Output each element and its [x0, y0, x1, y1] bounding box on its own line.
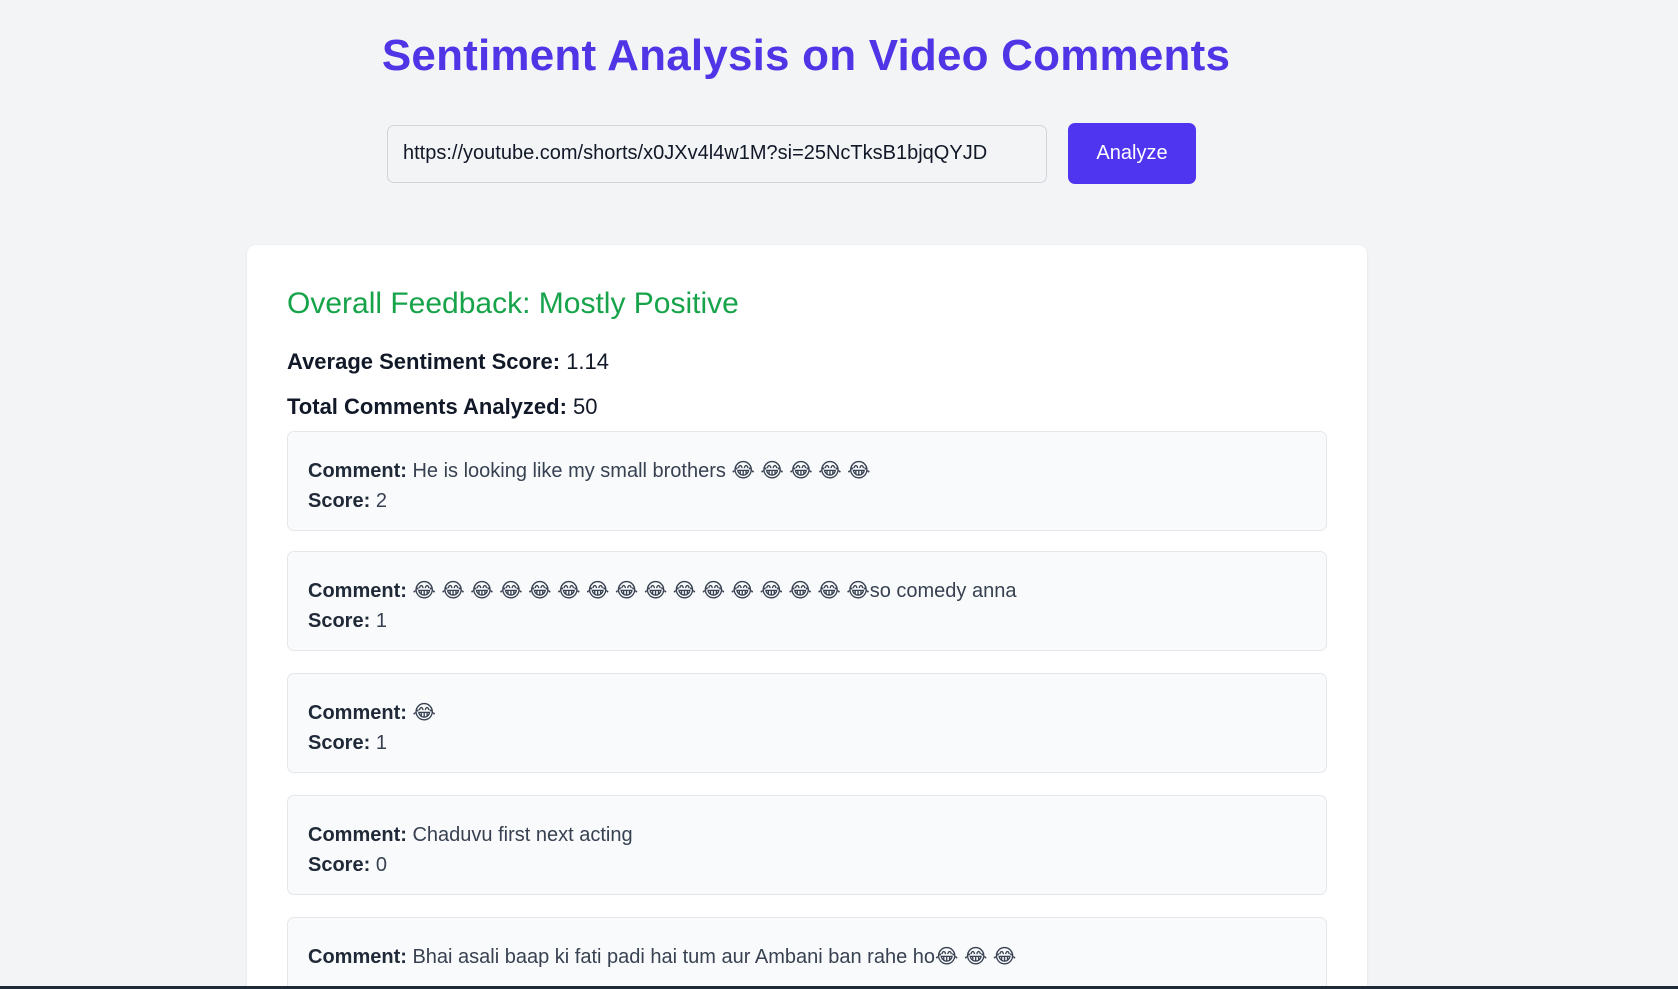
score-label: Score: [308, 854, 371, 876]
comment-label: Comment: [308, 460, 407, 482]
comment-label: Comment: [308, 702, 407, 724]
comment-label: Comment: [308, 580, 407, 602]
score-value: 1 [375, 610, 387, 632]
comment-text: He is looking like my small brothers 😂 😂… [412, 460, 871, 482]
comment-text: Bhai asali baap ki fati padi hai tum aur… [412, 946, 1017, 968]
comment-label: Comment: [308, 946, 407, 968]
comment-card: Comment: 😂 😂 😂 😂 😂 😂 😂 😂 😂 😂 😂 😂 😂 😂 😂 😂… [287, 551, 1327, 651]
score-label: Score: [308, 490, 371, 512]
results-card: Overall Feedback: Mostly Positive Averag… [247, 245, 1367, 989]
comment-line: Comment: 😂 [308, 698, 1306, 728]
average-score-value: 1.14 [566, 349, 610, 374]
page: Sentiment Analysis on Video Comments Ana… [0, 0, 1678, 989]
score-line: Score: 2 [308, 486, 1306, 516]
total-comments-label: Total Comments Analyzed: [287, 394, 567, 419]
score-line: Score: 1 [308, 606, 1306, 636]
score-line: Score: 0 [308, 850, 1306, 880]
score-value: 0 [375, 854, 387, 876]
score-value: 1 [375, 732, 387, 754]
comment-line: Comment: Chaduvu first next acting [308, 820, 1306, 850]
total-comments-analyzed: Total Comments Analyzed: 50 [287, 394, 598, 420]
score-label: Score: [308, 732, 371, 754]
comment-card: Comment: He is looking like my small bro… [287, 431, 1327, 531]
average-sentiment-score: Average Sentiment Score: 1.14 [287, 349, 609, 375]
comment-text: 😂 [412, 702, 436, 724]
overall-feedback-heading: Overall Feedback: Mostly Positive [287, 287, 739, 320]
page-title: Sentiment Analysis on Video Comments [381, 31, 1231, 80]
score-value: 2 [375, 490, 387, 512]
comment-label: Comment: [308, 824, 407, 846]
total-comments-value: 50 [573, 394, 598, 419]
comment-line: Comment: Bhai asali baap ki fati padi ha… [308, 942, 1306, 972]
comment-line: Comment: 😂 😂 😂 😂 😂 😂 😂 😂 😂 😂 😂 😂 😂 😂 😂 😂… [308, 576, 1306, 606]
comment-card: Comment: Bhai asali baap ki fati padi ha… [287, 917, 1327, 989]
average-score-label: Average Sentiment Score: [287, 349, 561, 374]
analyze-button[interactable]: Analyze [1068, 123, 1196, 184]
comment-line: Comment: He is looking like my small bro… [308, 456, 1306, 486]
comment-card: Comment: 😂 Score: 1 [287, 673, 1327, 773]
score-line: Score: 1 [308, 728, 1306, 758]
comment-card: Comment: Chaduvu first next acting Score… [287, 795, 1327, 895]
comment-text: Chaduvu first next acting [412, 824, 633, 846]
comment-text: 😂 😂 😂 😂 😂 😂 😂 😂 😂 😂 😂 😂 😂 😂 😂 😂so comedy… [412, 580, 1017, 602]
score-label: Score: [308, 610, 371, 632]
video-url-input[interactable] [387, 124, 1047, 183]
url-search-bar: Analyze [387, 123, 1196, 184]
